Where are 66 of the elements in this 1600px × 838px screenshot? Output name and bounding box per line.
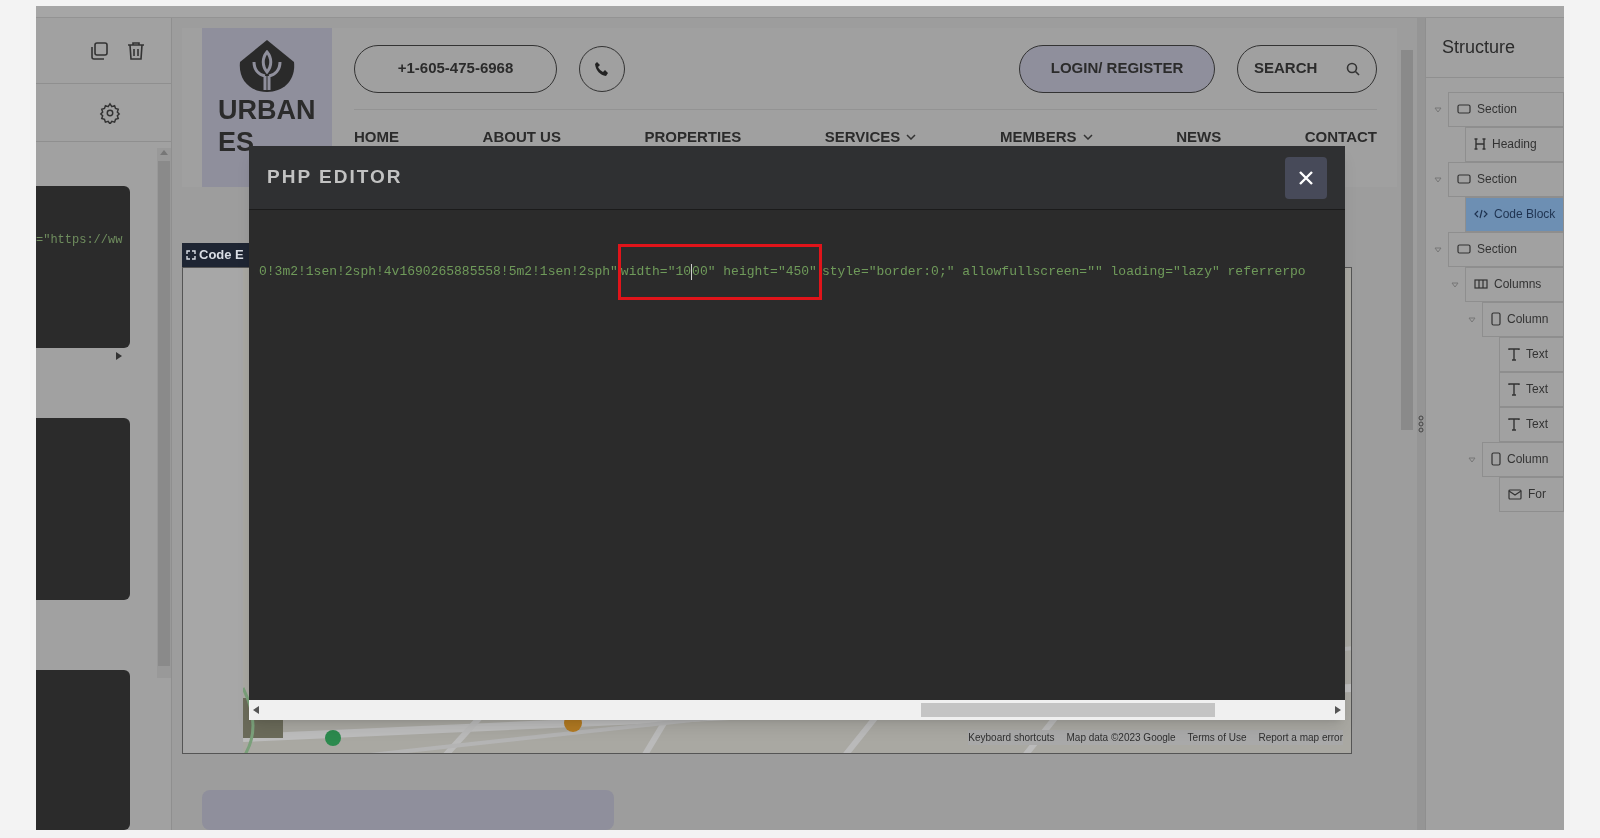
code-text: 0!3m2!1sen!2sph!4v1690265885558!5m2!1sen!2sph": [259, 263, 618, 282]
text-icon: [1508, 382, 1520, 396]
code-icon: [1474, 209, 1488, 219]
section-icon: [1457, 104, 1471, 114]
tree-item[interactable]: Section: [1448, 161, 1564, 197]
text-icon: [1508, 347, 1520, 361]
nav-link[interactable]: ABOUT US: [482, 126, 561, 149]
expand-caret-icon[interactable]: [1451, 281, 1459, 288]
column-icon: [1491, 452, 1501, 466]
caret-icon[interactable]: [116, 352, 122, 360]
tree-item[interactable]: Columns: [1465, 266, 1564, 302]
nav-link[interactable]: HOME: [354, 126, 399, 149]
map-link[interactable]: Report a map error: [1258, 730, 1343, 746]
map-link[interactable]: Map data ©2023 Google: [1066, 730, 1176, 746]
trash-icon[interactable]: [127, 40, 145, 61]
scroll-right-icon[interactable]: [1335, 706, 1341, 714]
nav-link[interactable]: MEMBERS: [999, 126, 1093, 149]
search-icon: [1346, 61, 1360, 76]
tree-item[interactable]: Column: [1482, 441, 1564, 477]
resize-handle-icon[interactable]: [1418, 415, 1424, 433]
modal-title: PHP EDITOR: [267, 165, 403, 190]
phone-icon: [594, 60, 610, 77]
tree-item[interactable]: Heading: [1465, 126, 1564, 162]
tree-item[interactable]: Code Block: [1465, 196, 1564, 232]
close-button[interactable]: [1285, 156, 1327, 199]
columns-icon: [1474, 279, 1488, 289]
expand-caret-icon[interactable]: [1434, 246, 1442, 253]
tree-item[interactable]: Section: [1448, 91, 1564, 127]
section-icon: [1457, 244, 1471, 254]
text-icon: [1508, 417, 1520, 431]
map-link[interactable]: Keyboard shortcuts: [968, 730, 1055, 746]
block-tag[interactable]: Code E: [182, 242, 250, 267]
tree-item[interactable]: For: [1499, 476, 1564, 512]
expand-caret-icon[interactable]: [1468, 316, 1476, 323]
close-icon: [1298, 169, 1314, 186]
panel-title: Structure: [1442, 36, 1516, 59]
settings-icon[interactable]: [99, 101, 121, 124]
tree-item[interactable]: Section: [1448, 231, 1564, 267]
tree-item[interactable]: Text: [1499, 336, 1564, 372]
login-button[interactable]: LOGIN/ REGISTER: [1019, 44, 1215, 93]
expand-caret-icon[interactable]: [1434, 176, 1442, 183]
logo-text: ES: [218, 126, 255, 158]
code-text: style="border:0;" allowfullscreen="" loading="lazy" referrerpo: [821, 263, 1306, 282]
code-text: ="https://ww: [36, 233, 123, 247]
horizontal-scrollbar[interactable]: [249, 700, 1345, 720]
tree-item[interactable]: Text: [1499, 371, 1564, 407]
logo-text: URBAN: [218, 94, 316, 126]
heading-icon: [1474, 138, 1486, 150]
copy-icon[interactable]: [89, 40, 109, 61]
expand-icon: [186, 249, 196, 260]
nav-link[interactable]: SERVICES: [824, 126, 917, 149]
scrollbar[interactable]: [157, 148, 171, 678]
code-text: width="1000" height="450": [620, 262, 817, 282]
expand-caret-icon[interactable]: [1468, 456, 1476, 463]
section-icon: [1457, 174, 1471, 184]
column-icon: [1491, 312, 1501, 326]
tree-item[interactable]: Text: [1499, 406, 1564, 442]
expand-caret-icon[interactable]: [1434, 106, 1442, 113]
envelope-icon: [1508, 488, 1522, 500]
map-link[interactable]: Terms of Use: [1187, 730, 1247, 746]
nav-link[interactable]: PROPERTIES: [644, 126, 742, 149]
scroll-up-icon[interactable]: [160, 150, 168, 155]
scroll-left-icon[interactable]: [253, 706, 259, 714]
nav-link[interactable]: NEWS: [1176, 126, 1222, 149]
nav-link[interactable]: CONTACT: [1304, 126, 1377, 149]
tree-item[interactable]: Column: [1482, 301, 1564, 337]
